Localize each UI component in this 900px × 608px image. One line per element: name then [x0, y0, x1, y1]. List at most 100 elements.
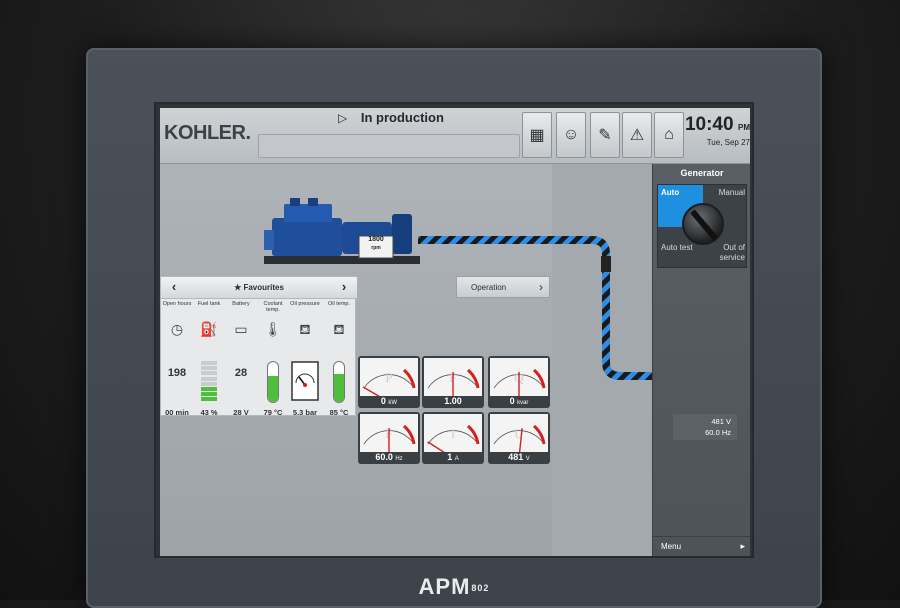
- hmi-screen: KOHLER. ▷ In production ▦ ☺ ✎ ⚠ ⌂ 10:40 …: [160, 108, 750, 556]
- production-status: ▷ In production: [338, 110, 444, 125]
- line-area: [552, 164, 652, 556]
- output-readout: 481 V 60.0 Hz: [673, 414, 737, 440]
- fav-value: 79 °C: [263, 408, 283, 417]
- favourites-header: ‹ ★ Favourites ›: [161, 277, 357, 299]
- favourites-prev-button[interactable]: ‹: [165, 279, 183, 294]
- meter-dial: Q: [490, 358, 548, 396]
- fuel-segment: [201, 381, 217, 386]
- meter-3: F60.0 Hz: [358, 412, 420, 464]
- device-brand: APM802: [86, 574, 822, 600]
- clock-icon: ◷: [170, 321, 184, 337]
- home-button[interactable]: ⌂: [654, 112, 684, 158]
- oil-pressure-gauge: [291, 361, 319, 401]
- fav-value: 00 min: [165, 408, 189, 417]
- play-icon: ▷: [338, 111, 348, 125]
- oil-temp-icon: ⛾: [333, 321, 345, 337]
- coolant-temp-bar: [267, 361, 279, 403]
- fav-value: 28 V: [233, 408, 249, 417]
- meter-value: 1 A: [422, 452, 484, 462]
- fav-battery: Battery ▭ 28 28 V: [225, 301, 257, 417]
- meter-1: F1.00: [422, 356, 484, 408]
- chevron-right-icon: ›: [539, 280, 543, 294]
- clock-date: Tue, Sep 27: [706, 138, 750, 147]
- meter-value-number: 60.0: [375, 452, 396, 462]
- generator-title: Generator: [680, 168, 724, 178]
- meter-unit: V: [525, 456, 530, 462]
- fuel-segment: [201, 397, 217, 402]
- meter-value: 60.0 Hz: [358, 452, 420, 462]
- menu-label: Menu: [661, 542, 682, 551]
- rpm-value: 1800: [368, 236, 384, 243]
- grid-button[interactable]: ▦: [522, 112, 552, 158]
- oil-temp-bar: [333, 361, 345, 403]
- fav-coolant-temp: Coolant temp. 🌡 79 °C: [257, 301, 289, 417]
- fav-label: Battery: [232, 301, 250, 307]
- meter-letter: P: [385, 370, 392, 385]
- meter-unit: kW: [388, 400, 398, 406]
- kohler-logo: KOHLER.: [164, 122, 251, 144]
- meter-0: P 0 kW: [358, 356, 420, 408]
- menu-button[interactable]: Menu ▸: [653, 536, 750, 556]
- status-message-box: [258, 134, 520, 158]
- grid-icon: ▦: [529, 127, 545, 144]
- fav-label: Oil temp.: [327, 301, 350, 307]
- meter-value-number: 0: [509, 396, 518, 406]
- fav-big-value: 28: [234, 367, 248, 379]
- output-voltage: 481 V: [711, 417, 731, 426]
- fuel-segment: [201, 392, 217, 397]
- tools-button[interactable]: ✎: [590, 112, 620, 158]
- fav-label: Fuel tank: [197, 301, 221, 307]
- favourites-next-button[interactable]: ›: [335, 279, 353, 294]
- clock: 10:40 PM Tue, Sep 27: [684, 114, 750, 147]
- fav-open-hours: Open hours ◷ 198 00 min: [161, 301, 193, 417]
- fav-oil-temp: Oil temp. ⛾ 85 °C: [323, 301, 355, 417]
- battery-icon: ▭: [234, 321, 248, 337]
- favourites-panel: ‹ ★ Favourites › Open hours ◷ 198 00 min…: [160, 276, 357, 417]
- fuel-segment: [201, 376, 217, 381]
- rpm-unit: rpm: [371, 245, 381, 251]
- fav-value: 43 %: [200, 408, 218, 417]
- oil-can-icon: ⛾: [299, 321, 311, 337]
- fav-value: 85 °C: [329, 408, 349, 417]
- fav-value: 5.3 bar: [292, 408, 318, 417]
- fav-label: Oil pressure: [290, 301, 320, 307]
- warning-icon: ⚠: [629, 127, 645, 144]
- meter-value-number: 1: [447, 452, 455, 462]
- fuel-segment: [201, 387, 217, 391]
- clock-time: 10:40: [684, 114, 734, 135]
- top-bar: KOHLER. ▷ In production ▦ ☺ ✎ ⚠ ⌂ 10:40 …: [160, 108, 750, 164]
- meter-unit: A: [454, 456, 459, 462]
- brand-name: APM: [418, 574, 471, 599]
- meter-value-number: 481: [508, 452, 526, 462]
- alarm-button[interactable]: ⚠: [622, 112, 652, 158]
- clock-ampm: PM: [738, 123, 750, 132]
- meter-5: U 481 V: [488, 412, 550, 464]
- meter-dial: P: [360, 358, 418, 396]
- genset-image: [264, 198, 420, 264]
- operation-button[interactable]: Operation ›: [456, 276, 550, 298]
- meter-2: Q0 kvar: [488, 356, 550, 408]
- home-icon: ⌂: [664, 126, 674, 143]
- status-text: In production: [360, 110, 444, 125]
- operator-button[interactable]: ☺: [556, 112, 586, 158]
- coolant-icon: 🌡: [264, 321, 282, 337]
- meter-letter: I: [451, 426, 455, 441]
- meter-dial: U: [490, 414, 548, 452]
- mode-selector[interactable]: Auto Manual Auto test Out of service: [657, 184, 747, 268]
- fuel-segment: [201, 371, 217, 376]
- fav-fuel-tank: Fuel tank ⛽ 43 %: [193, 301, 225, 417]
- fav-big-value: 198: [167, 367, 187, 379]
- output-frequency: 60.0 Hz: [705, 428, 731, 437]
- fav-label: Open hours: [162, 301, 192, 307]
- favourites-title: ★ Favourites: [234, 283, 284, 292]
- favourites-title-text: Favourites: [243, 283, 284, 292]
- operation-label: Operation: [471, 283, 507, 292]
- meter-value: 481 V: [488, 452, 550, 462]
- brand-model: 802: [471, 583, 490, 594]
- tools-icon: ✎: [598, 127, 612, 144]
- knob-pointer: [690, 209, 718, 241]
- fuel-segment: [201, 366, 217, 371]
- mode-knob[interactable]: [682, 203, 724, 245]
- meter-value: 0 kvar: [488, 396, 550, 406]
- meter-4: I 1 A: [422, 412, 484, 464]
